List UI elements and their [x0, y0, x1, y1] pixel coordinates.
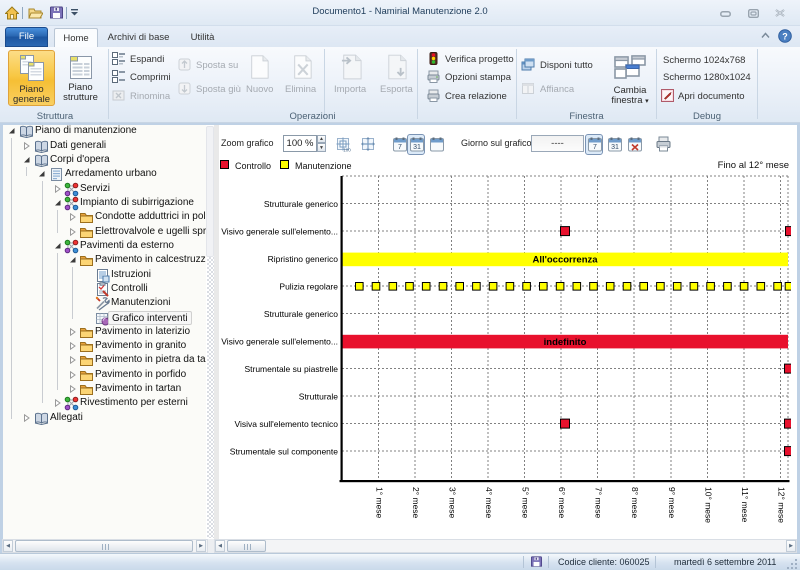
svg-text:1° mese: 1° mese [374, 487, 384, 519]
svg-text:4° mese: 4° mese [484, 487, 494, 519]
svg-text:10° mese: 10° mese [703, 487, 713, 523]
svg-text:Pulizia regolare: Pulizia regolare [279, 281, 338, 291]
svg-text:Strumentale su piastrelle: Strumentale su piastrelle [244, 364, 338, 374]
svg-text:Ripristino generico: Ripristino generico [268, 254, 339, 264]
svg-text:Strutturale generico: Strutturale generico [264, 199, 338, 209]
svg-text:11° mese: 11° mese [740, 487, 750, 523]
svg-text:5° mese: 5° mese [521, 487, 531, 519]
svg-text:7° mese: 7° mese [594, 487, 604, 519]
svg-text:6° mese: 6° mese [557, 487, 567, 519]
svg-text:12° mese: 12° mese [776, 487, 786, 523]
svg-text:9° mese: 9° mese [667, 487, 677, 519]
svg-text:Strumentale sul componente: Strumentale sul componente [230, 446, 338, 456]
svg-text:All'occorrenza: All'occorrenza [532, 255, 598, 266]
svg-text:Strutturale generico: Strutturale generico [264, 309, 338, 319]
svg-text:?: ? [782, 32, 788, 42]
svg-text:8° mese: 8° mese [630, 487, 640, 519]
svg-text:indefinito: indefinito [544, 337, 587, 348]
svg-text:Visivo generale sull'elemento.: Visivo generale sull'elemento... [221, 226, 338, 236]
svg-text:Visiva sull'elemento tecnico: Visiva sull'elemento tecnico [234, 419, 338, 429]
svg-text:3° mese: 3° mese [447, 487, 457, 519]
svg-text:Visivo generale sull'elemento.: Visivo generale sull'elemento... [221, 336, 338, 346]
svg-text:Strutturale: Strutturale [299, 391, 338, 401]
svg-text:2° mese: 2° mese [411, 487, 421, 519]
